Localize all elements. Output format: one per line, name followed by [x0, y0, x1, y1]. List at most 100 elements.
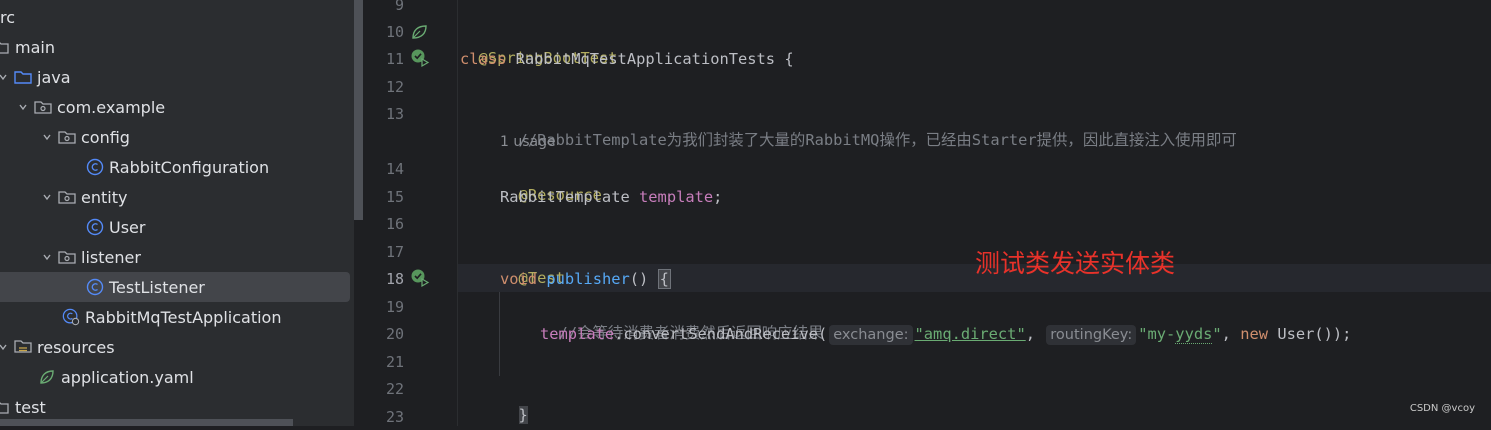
line-number: 9 — [394, 0, 404, 14]
line-number: 22 — [385, 380, 404, 398]
comment-token: //RabbitTemplate为我们封装了大量的RabbitMQ操作，已经由S… — [518, 131, 1237, 149]
line-number: 19 — [385, 298, 404, 316]
line-number: 10 — [385, 23, 404, 41]
tree-item-application-yaml[interactable]: application.yaml — [0, 362, 350, 392]
chevron-down-icon[interactable] — [40, 250, 54, 264]
chevron-down-icon[interactable] — [40, 130, 54, 144]
tree-item-test[interactable]: test — [0, 392, 350, 422]
tree-item-label: RabbitMqTestApplication — [85, 307, 282, 327]
tree-item-java[interactable]: java — [0, 62, 350, 92]
field-token: template — [639, 188, 714, 206]
tree-item-label: test — [15, 397, 46, 417]
keyword-token: class — [460, 50, 507, 68]
line-number: 14 — [385, 160, 404, 178]
semicolon-token: ; — [713, 188, 723, 206]
line-number: 11 — [385, 50, 404, 68]
brace-token: { — [784, 50, 794, 68]
package-icon — [58, 128, 76, 146]
chevron-down-icon[interactable] — [40, 190, 54, 204]
class-icon — [86, 158, 104, 176]
code-line-17[interactable]: @Test — [500, 239, 565, 287]
line-number: 13 — [385, 105, 404, 123]
chevron-down-icon[interactable] — [16, 100, 30, 114]
code-line-11[interactable]: class RabbitMqTestApplicationTests { — [460, 46, 794, 72]
tree-item-resources[interactable]: resources — [0, 332, 350, 362]
keyword-token: void — [500, 270, 538, 288]
keyword-token: new — [1240, 325, 1269, 343]
tree-item-rabbit-mq-test-application[interactable]: RabbitMqTestApplication — [0, 302, 350, 332]
run-test-icon[interactable] — [410, 268, 430, 288]
chevron-down-icon[interactable] — [0, 340, 10, 354]
indent-guide — [499, 292, 500, 376]
project-tree: rc main java com.example config RabbitCo… — [0, 0, 354, 426]
parameter-hint-exchange: exchange: — [829, 325, 913, 345]
tree-item-rabbit-configuration[interactable]: RabbitConfiguration — [0, 152, 350, 182]
tree-item-entity[interactable]: entity — [0, 182, 350, 212]
class-icon — [86, 218, 104, 236]
code-line-20[interactable]: template.convertSendAndReceive(exchange:… — [540, 321, 1351, 347]
class-name-token: RabbitMqTestApplicationTests — [515, 50, 776, 68]
tree-item-label: application.yaml — [61, 367, 194, 387]
gutter-separator — [457, 0, 458, 426]
line-number: 21 — [385, 353, 404, 371]
parens-token: () — [629, 270, 649, 288]
code-line-18[interactable]: void publisher() { — [500, 266, 671, 292]
tree-item-user[interactable]: User — [0, 212, 350, 242]
class-icon — [86, 278, 104, 296]
tree-item-label: resources — [37, 337, 115, 357]
tree-item-label: listener — [81, 247, 141, 267]
code-line-22[interactable]: } — [500, 376, 528, 424]
code-line-14[interactable]: @Resource — [500, 156, 602, 204]
tree-item-label: config — [81, 127, 130, 147]
tree-item-listener[interactable]: listener — [0, 242, 350, 272]
package-icon — [58, 188, 76, 206]
line-number: 17 — [385, 243, 404, 261]
tree-item-main[interactable]: main — [0, 32, 350, 62]
tree-item-label: main — [15, 37, 55, 57]
string-token: "amq.direct" — [914, 325, 1026, 343]
code-line-15[interactable]: RabbitTemplate template; — [500, 184, 722, 210]
code-line-13[interactable]: //RabbitTemplate为我们封装了大量的RabbitMQ操作，已经由S… — [500, 101, 1237, 149]
chevron-down-icon[interactable] — [0, 70, 10, 84]
comma-token: , — [1221, 325, 1231, 343]
tree-item-config[interactable]: config — [0, 122, 350, 152]
type-token: RabbitTemplate — [500, 188, 630, 206]
spring-boot-class-icon — [62, 308, 80, 326]
package-icon — [34, 98, 52, 116]
tree-item-src[interactable]: rc — [0, 2, 350, 32]
run-test-icon[interactable] — [410, 48, 430, 68]
code-line-19[interactable]: //会等待消费者消费然后返回响应结果 — [540, 294, 824, 342]
tree-item-label: rc — [0, 7, 16, 27]
line-number: 18 — [385, 270, 404, 288]
package-icon — [58, 248, 76, 266]
annotation-overlay-text: 测试类发送实体类 — [975, 249, 1176, 278]
tree-vertical-scrollbar[interactable] — [354, 0, 363, 220]
string-token: " — [1212, 325, 1222, 343]
field-token: template — [540, 325, 615, 343]
usage-hint[interactable]: 1 usage — [500, 131, 556, 153]
tree-item-label: entity — [81, 187, 128, 207]
tree-item-label: com.example — [57, 97, 166, 117]
tree-item-com-example[interactable]: com.example — [0, 92, 350, 122]
tree-item-test-listener[interactable]: TestListener — [0, 272, 350, 302]
typo-token: yyds — [1175, 325, 1213, 344]
constructor-call-token: User()); — [1277, 325, 1352, 343]
code-line-10[interactable]: @SpringBootTest — [460, 19, 618, 67]
matched-brace-token: } — [518, 406, 528, 424]
tree-item-label: User — [109, 217, 146, 237]
folder-icon — [0, 38, 10, 56]
tree-horizontal-scrollbar[interactable] — [0, 419, 293, 426]
method-call-token: .convertSendAndReceive( — [614, 325, 828, 343]
resources-folder-icon — [14, 338, 32, 356]
spring-bean-icon[interactable] — [410, 22, 430, 42]
string-token: "my- — [1138, 325, 1176, 343]
line-number: 16 — [385, 215, 404, 233]
tree-item-label: RabbitConfiguration — [109, 157, 270, 177]
tree-item-label: java — [37, 67, 71, 87]
watermark: CSDN @vcoy — [1409, 403, 1475, 414]
spring-config-icon — [38, 368, 56, 386]
source-folder-icon — [14, 68, 32, 86]
folder-icon — [0, 398, 10, 416]
matched-brace-token: { — [657, 269, 671, 289]
tree-item-label: TestListener — [109, 277, 205, 297]
